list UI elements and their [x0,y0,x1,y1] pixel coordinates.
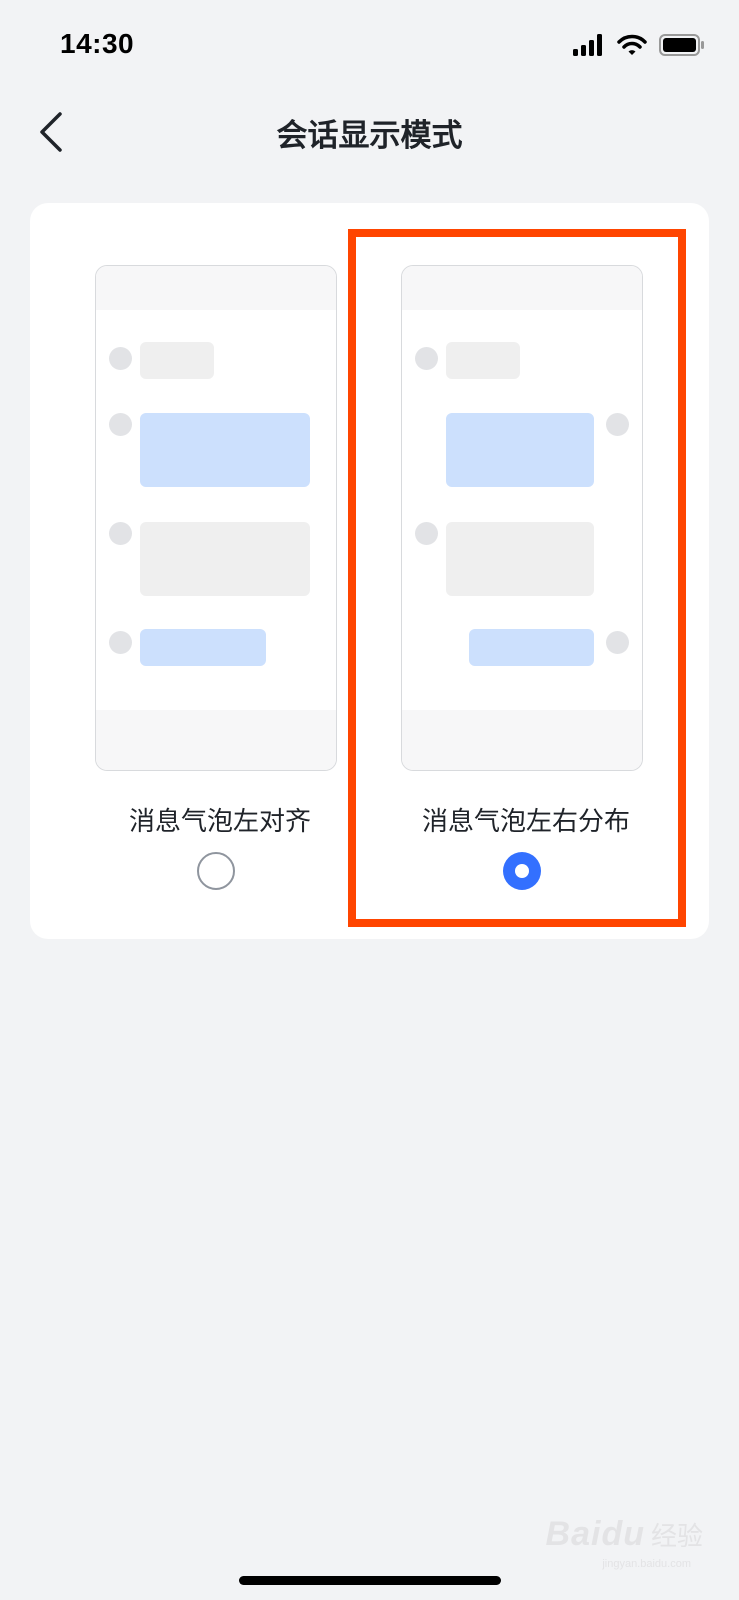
option-left-right[interactable]: 消息气泡左右分布 [376,203,676,939]
message-bubble [446,522,594,596]
home-indicator[interactable] [239,1576,501,1585]
message-bubble [140,629,266,666]
nav-bar: 会话显示模式 [0,90,739,170]
avatar-dot [415,522,438,545]
avatar-dot [606,413,629,436]
avatar-dot [415,347,438,370]
watermark-logo: Baidu [545,1515,645,1553]
avatar-dot [109,522,132,545]
message-bubble [469,629,594,666]
option-label: 消息气泡左对齐 [128,807,311,837]
radio-left-right[interactable] [503,852,541,890]
avatar-dot [109,347,132,370]
message-bubble [446,413,594,487]
option-label: 消息气泡左右分布 [421,807,630,837]
status-time: 14:30 [60,28,135,59]
avatar-dot [109,413,132,436]
radio-left-aligned[interactable] [197,852,235,890]
watermark-url: jingyan.baidu.com [602,1558,691,1570]
message-bubble [140,413,310,487]
preview-header [402,266,642,310]
preview-footer [96,710,336,770]
avatar-dot [109,631,132,654]
message-bubble [140,342,214,379]
page-title: 会话显示模式 [276,118,463,154]
preview-left-right [401,265,643,771]
status-bar: 14:30 [0,0,739,90]
preview-left-aligned [95,265,337,771]
message-bubble [140,522,310,596]
avatar-dot [606,631,629,654]
message-bubble [446,342,520,379]
preview-header [96,266,336,310]
watermark-text: 经验 [650,1521,703,1551]
wifi-icon [617,34,647,55]
status-icons [573,34,705,56]
signal-icon [573,34,602,56]
watermark: Baidu 经验 [546,1515,703,1554]
battery-icon [659,34,704,56]
display-mode-card: 消息气泡左对齐 消息气泡左右分布 [30,203,709,939]
option-left-aligned[interactable]: 消息气泡左对齐 [70,203,370,939]
preview-footer [402,710,642,770]
